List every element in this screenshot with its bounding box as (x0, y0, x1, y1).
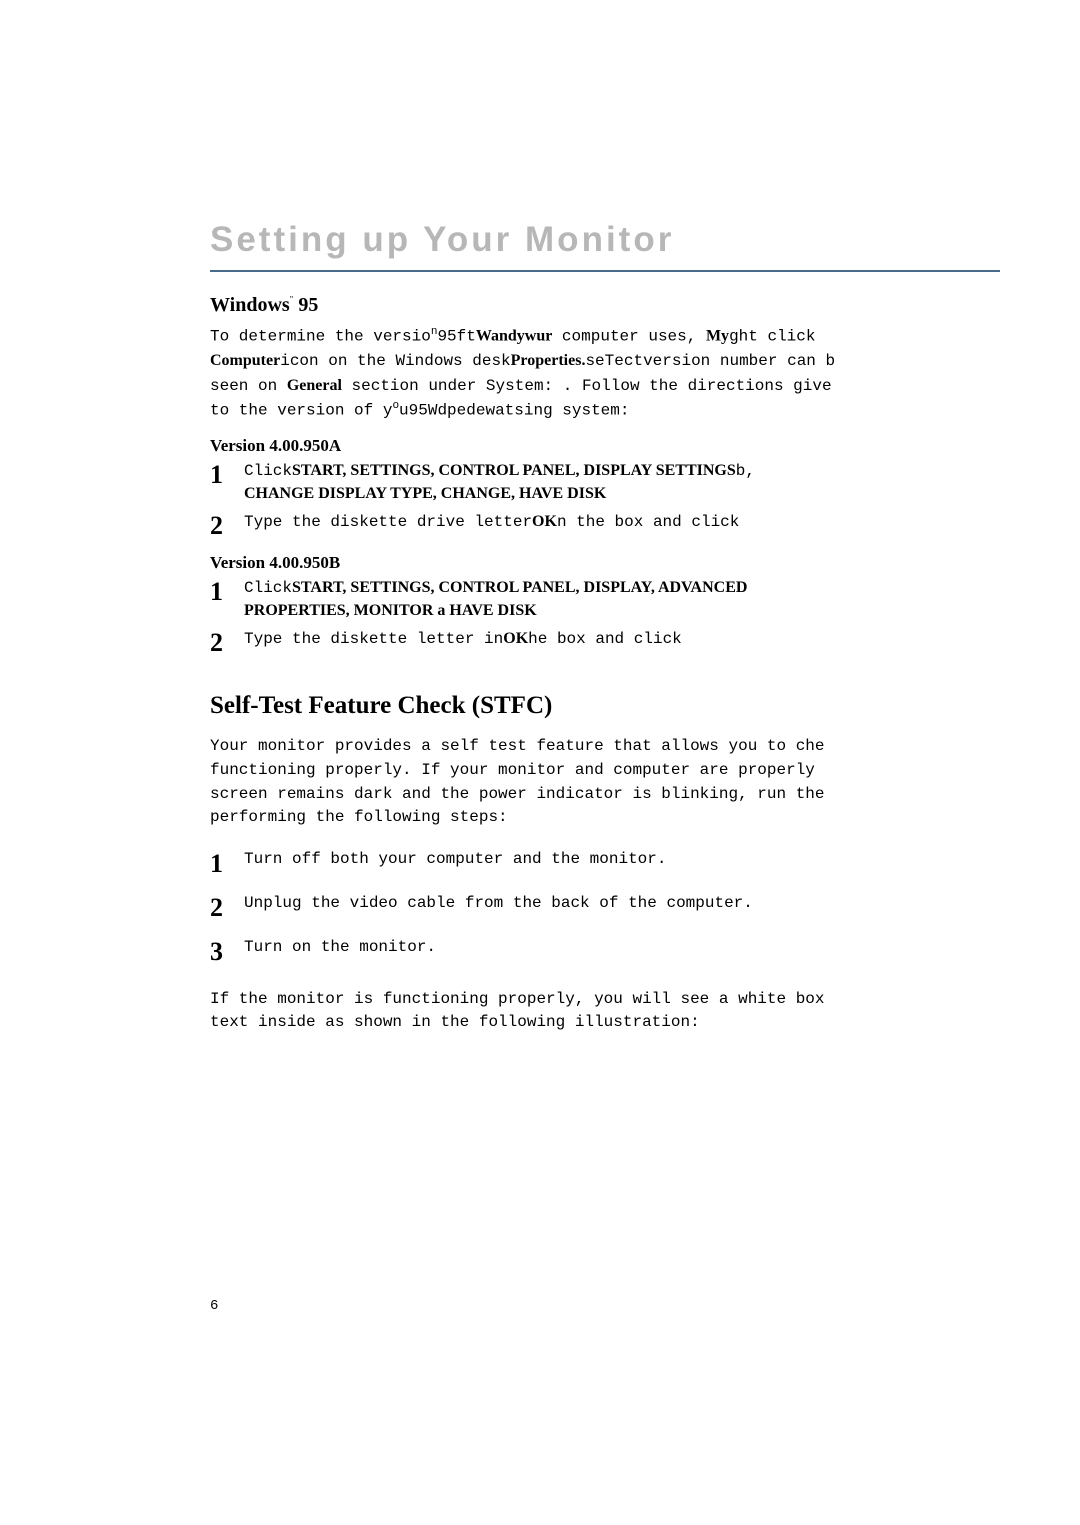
version-b-step-1: 1 ClickSTART, SETTINGS, CONTROL PANEL, D… (210, 577, 1000, 622)
t: PROPERTIES, MONITOR a HAVE DISK (244, 602, 537, 619)
version-b-label: Version 4.00.950B (210, 553, 1000, 573)
stfc-p2-l1: If the monitor is functioning properly, … (210, 989, 1000, 1011)
t: CHANGE DISPLAY TYPE, CHANGE, HAVE DISK (244, 485, 606, 502)
step-number: 2 (210, 511, 244, 539)
t: ght click (729, 327, 815, 345)
intro-line-3: seen on General section under System: . … (210, 375, 1000, 398)
step-text: ClickSTART, SETTINGS, CONTROL PANEL, DIS… (244, 577, 1000, 622)
document-page: Setting up Your Monitor Windows¨ 95 To d… (0, 0, 1080, 1034)
step-number: 1 (210, 577, 244, 605)
step-number: 3 (210, 937, 244, 965)
stfc-p1-l1: Your monitor provides a self test featur… (210, 736, 1000, 758)
heading-part-b: 95 (293, 294, 318, 316)
t: computer uses, (552, 327, 706, 345)
t: My (706, 327, 729, 344)
t: Type the diskette letter in (244, 630, 503, 648)
t: 95ft (437, 327, 475, 345)
t: OK (503, 630, 528, 647)
t: u95Wdpedewatsing system: (399, 401, 629, 419)
t: he box and click (528, 630, 682, 648)
stfc-step-2: 2 Unplug the video cable from the back o… (210, 893, 1000, 921)
step-number: 2 (210, 893, 244, 921)
version-a-step-2: 2 Type the diskette drive letterOKn the … (210, 511, 1000, 539)
t: seTect (585, 352, 643, 370)
windows95-heading: Windows¨ 95 (210, 294, 1000, 317)
version-b-step-2: 2 Type the diskette letter inOKhe box an… (210, 628, 1000, 656)
t: OK (532, 513, 557, 530)
t: b, (736, 462, 755, 480)
t: START, SETTINGS, CONTROL PANEL, DISPLAY,… (292, 579, 747, 596)
t: to the version of y (210, 401, 392, 419)
t: version number can b (643, 352, 835, 370)
stfc-heading: Self-Test Feature Check (STFC) (210, 692, 1000, 720)
step-text: Type the diskette letter inOKhe box and … (244, 628, 1000, 651)
stfc-step-1: 1 Turn off both your computer and the mo… (210, 849, 1000, 877)
step-number: 1 (210, 849, 244, 877)
t: Click (244, 462, 292, 480)
t: Click (244, 579, 292, 597)
page-title: Setting up Your Monitor (210, 220, 1000, 272)
t: Computer (210, 352, 280, 369)
t: section under System: . Follow the direc… (342, 377, 832, 395)
step-number: 2 (210, 628, 244, 656)
t: Wandywur (476, 327, 552, 344)
intro-line-2: Computericon on the Windows deskProperti… (210, 350, 1000, 373)
stfc-step-3: 3 Turn on the monitor. (210, 937, 1000, 965)
t: seen on (210, 377, 287, 395)
stfc-p1-l2: functioning properly. If your monitor an… (210, 760, 1000, 782)
t: Properties. (511, 352, 586, 369)
version-a-label: Version 4.00.950A (210, 436, 1000, 456)
t: To determine the versio (210, 327, 431, 345)
t: START, SETTINGS, CONTROL PANEL, DISPLAY … (292, 462, 736, 479)
page-number: 6 (210, 1298, 218, 1314)
t: n the box and click (557, 513, 739, 531)
stfc-p2-l2: text inside as shown in the following il… (210, 1012, 1000, 1034)
stfc-p1-l4: performing the following steps: (210, 807, 1000, 829)
step-text: Turn on the monitor. (244, 937, 1000, 959)
t: General (287, 377, 342, 394)
stfc-p1-l3: screen remains dark and the power indica… (210, 784, 1000, 806)
step-text: ClickSTART, SETTINGS, CONTROL PANEL, DIS… (244, 460, 1000, 505)
version-a-step-1: 1 ClickSTART, SETTINGS, CONTROL PANEL, D… (210, 460, 1000, 505)
t: icon on the Windows desk (280, 352, 510, 370)
heading-part-a: Windows (210, 294, 290, 316)
intro-line-1: To determine the version95ftWandywur com… (210, 325, 1000, 348)
step-number: 1 (210, 460, 244, 488)
step-text: Turn off both your computer and the moni… (244, 849, 1000, 871)
intro-line-4: to the version of you95Wdpedewatsing sys… (210, 399, 1000, 422)
step-text: Type the diskette drive letterOKn the bo… (244, 511, 1000, 534)
step-text: Unplug the video cable from the back of … (244, 893, 1000, 915)
t: Type the diskette drive letter (244, 513, 532, 531)
